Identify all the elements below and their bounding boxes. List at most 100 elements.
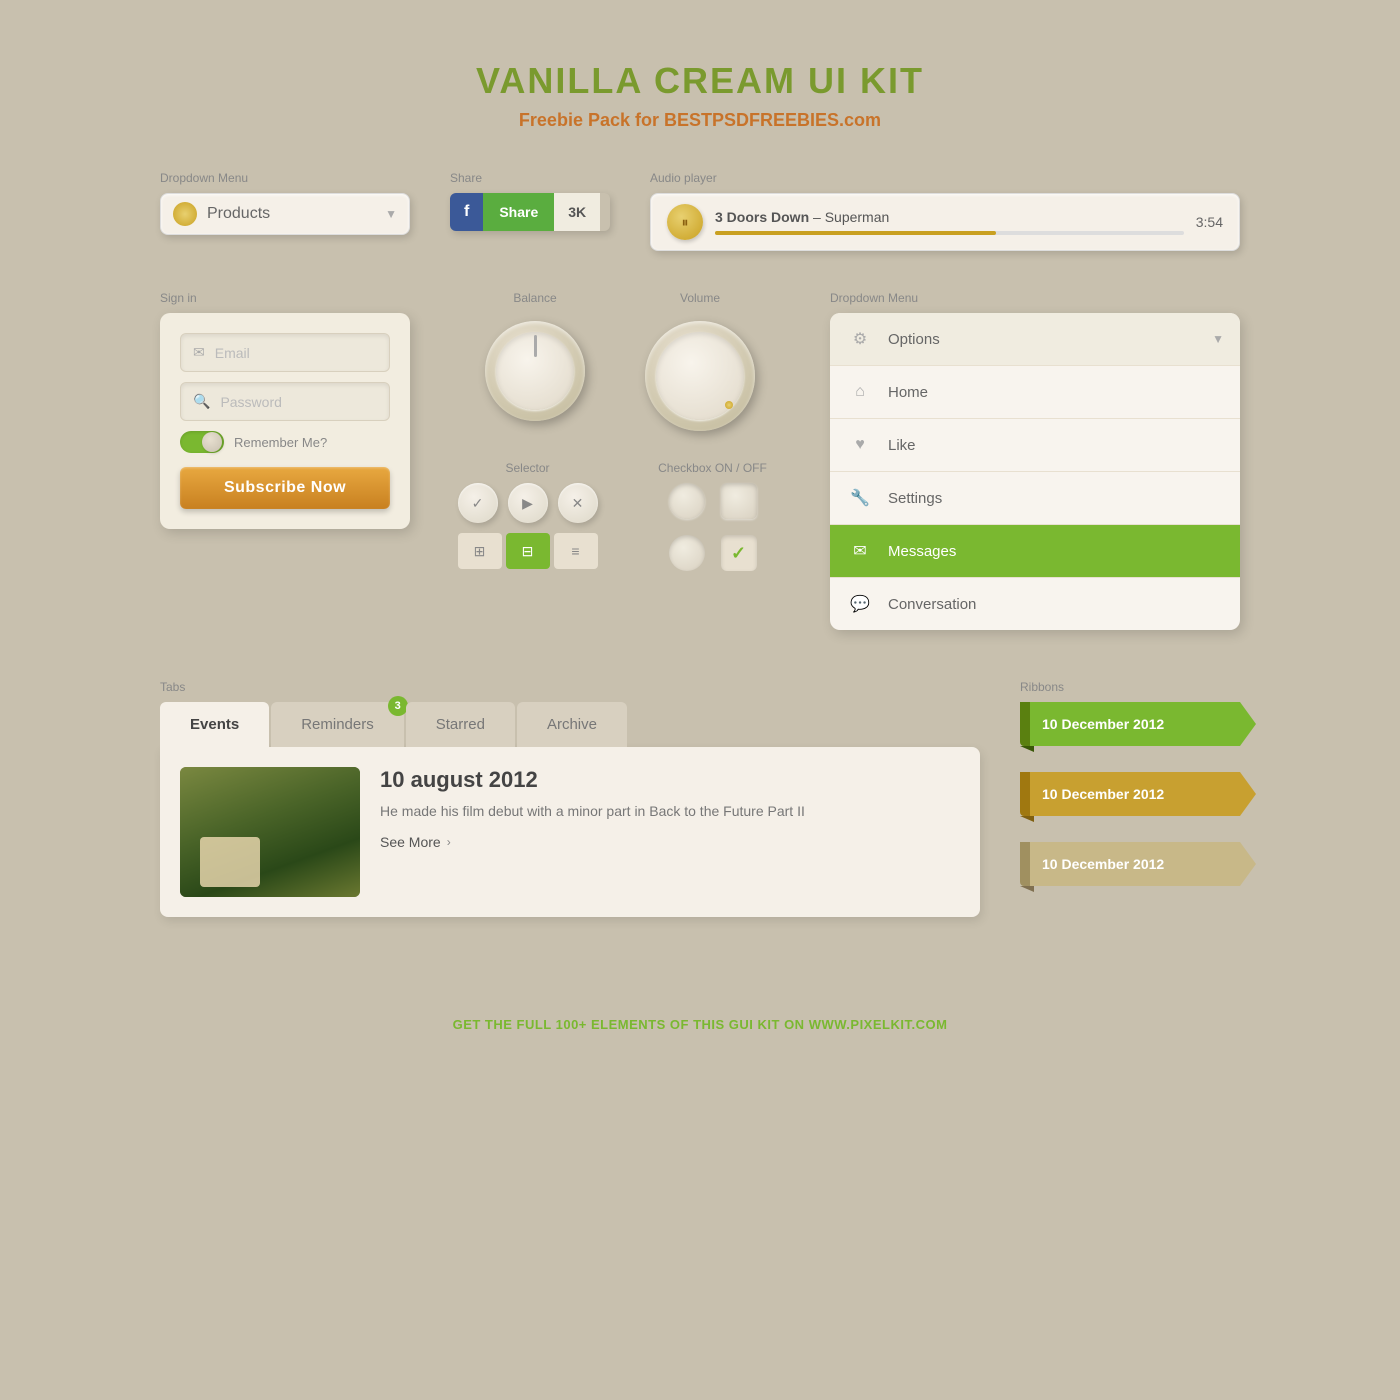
ribbon-tan-wrap: 10 December 2012 (1020, 842, 1240, 886)
balance-label: Balance (513, 291, 556, 305)
balance-group: Balance (485, 291, 585, 431)
password-field-group[interactable]: 🔍 Password (180, 382, 390, 421)
ribbon-group: 10 December 2012 10 December 2012 (1020, 702, 1240, 886)
radio-off[interactable] (669, 483, 705, 519)
arrow-right-icon: › (447, 835, 451, 849)
audio-info: 3 Doors Down – Superman (715, 209, 1184, 235)
checkbox-on[interactable]: ✓ (721, 535, 757, 571)
ribbon-tan[interactable]: 10 December 2012 (1020, 842, 1240, 886)
row3: Tabs Events Reminders 3 Starred Archive (160, 680, 1240, 917)
event-image-overlay (200, 837, 260, 887)
event-item: 10 august 2012 He made his film debut wi… (180, 767, 960, 897)
selector-play-btn[interactable]: ▶ (508, 483, 548, 523)
ribbons-label: Ribbons (1020, 680, 1240, 694)
footer: GET THE FULL 100+ ELEMENTS OF THIS GUI K… (160, 977, 1240, 1072)
password-placeholder: Password (220, 394, 281, 410)
dropdown2-label: Dropdown Menu (830, 291, 1240, 305)
selector-check-btn[interactable]: ✓ (458, 483, 498, 523)
subscribe-button[interactable]: Subscribe Now (180, 467, 390, 509)
audio-progress-bar[interactable] (715, 231, 1184, 235)
toggle-knob (202, 432, 222, 452)
email-field-group[interactable]: ✉ Email (180, 333, 390, 372)
share-section: Share f Share 3K (450, 171, 610, 231)
pause-icon: ⏸ (682, 214, 689, 231)
remember-toggle[interactable] (180, 431, 224, 453)
share-count: 3K (554, 193, 600, 231)
dropdown1[interactable]: Products ▼ (160, 193, 410, 235)
dropdown1-value: Products (207, 205, 385, 223)
see-more-link[interactable]: See More › (380, 834, 960, 850)
audio-title: 3 Doors Down – Superman (715, 209, 1184, 225)
dropdown2-item-options[interactable]: ⚙ Options ▼ (830, 313, 1240, 366)
ribbons-section: Ribbons 10 December 2012 (1020, 680, 1240, 886)
row2: Sign in ✉ Email 🔍 Password Remember Me? … (160, 291, 1240, 630)
dropdown2-item-conversation[interactable]: 💬 Conversation (830, 578, 1240, 630)
volume-group: Volume (645, 291, 755, 431)
checkbox-section: Checkbox ON / OFF ✓ (635, 461, 790, 571)
balance-knob[interactable] (485, 321, 585, 421)
wrench-icon: 🔧 (846, 484, 874, 512)
dropdown2-menu: ⚙ Options ▼ ⌂ Home ♥ Like 🔧 Settings (830, 313, 1240, 630)
audio-progress-fill (715, 231, 996, 235)
selector-buttons: ✓ ▶ ✕ (458, 483, 598, 523)
chevron-down-icon: ▼ (1212, 332, 1224, 346)
dropdown2-section: Dropdown Menu ⚙ Options ▼ ⌂ Home ♥ Like … (830, 291, 1240, 630)
page-title: VANILLA CREAM UI KIT (160, 60, 1240, 102)
tabs-section: Tabs Events Reminders 3 Starred Archive (160, 680, 980, 917)
grid-view-tab[interactable]: ⊞ (458, 533, 502, 569)
tab-reminders[interactable]: Reminders 3 (271, 702, 404, 747)
email-placeholder: Email (215, 345, 250, 361)
view-tabs: ⊞ ⊟ ≡ (458, 533, 598, 569)
volume-knob-inner (656, 332, 744, 420)
checkbox-grid: ✓ (669, 483, 757, 571)
balance-knob-inner (496, 332, 574, 410)
signin-section: Sign in ✉ Email 🔍 Password Remember Me? … (160, 291, 410, 529)
header: VANILLA CREAM UI KIT Freebie Pack for BE… (160, 0, 1240, 171)
messages-icon: ✉ (846, 537, 874, 565)
checkbox-off[interactable] (721, 483, 757, 519)
list-view-tab[interactable]: ≡ (554, 533, 598, 569)
volume-knob[interactable] (645, 321, 755, 431)
dropdown1-section: Dropdown Menu Products ▼ (160, 171, 410, 235)
dropdown2-item-home[interactable]: ⌂ Home (830, 366, 1240, 419)
chat-icon: 💬 (846, 590, 874, 618)
event-description: He made his film debut with a minor part… (380, 801, 960, 822)
audio-player: ⏸ 3 Doors Down – Superman 3:54 (650, 193, 1240, 251)
facebook-icon[interactable]: f (450, 193, 483, 231)
audio-label: Audio player (650, 171, 1240, 185)
balance-marker (534, 335, 537, 357)
volume-dot (725, 401, 733, 409)
event-date: 10 august 2012 (380, 767, 960, 793)
lock-icon: 🔍 (193, 393, 210, 410)
audio-pause-button[interactable]: ⏸ (667, 204, 703, 240)
selector-section: Selector ✓ ▶ ✕ ⊞ ⊟ ≡ (450, 461, 605, 571)
remember-label: Remember Me? (234, 435, 327, 450)
dropdown2-item-like[interactable]: ♥ Like (830, 419, 1240, 472)
ribbon-gold[interactable]: 10 December 2012 (1020, 772, 1240, 816)
radio-on[interactable] (669, 535, 705, 571)
row1: Dropdown Menu Products ▼ Share f Share 3… (160, 171, 1240, 251)
footer-link[interactable]: WWW.PIXELKIT.COM (809, 1017, 948, 1032)
ribbon-green[interactable]: 10 December 2012 (1020, 702, 1240, 746)
selector-checkbox-row: Selector ✓ ▶ ✕ ⊞ ⊟ ≡ Checkbox ON / OFF (450, 461, 790, 571)
event-image (180, 767, 360, 897)
volume-label: Volume (680, 291, 720, 305)
tab-archive[interactable]: Archive (517, 702, 627, 747)
dropdown2-item-messages[interactable]: ✉ Messages (830, 525, 1240, 578)
tabs-header: Events Reminders 3 Starred Archive (160, 702, 980, 747)
dropdown2-item-settings[interactable]: 🔧 Settings (830, 472, 1240, 525)
event-info: 10 august 2012 He made his film debut wi… (380, 767, 960, 850)
tile-view-tab[interactable]: ⊟ (506, 533, 550, 569)
share-button[interactable]: Share (483, 193, 554, 231)
remember-group: Remember Me? (180, 431, 390, 453)
tab-events[interactable]: Events (160, 702, 269, 747)
tab-starred[interactable]: Starred (406, 702, 515, 747)
selector-x-btn[interactable]: ✕ (558, 483, 598, 523)
share-widget: f Share 3K (450, 193, 610, 231)
checkbox-label: Checkbox ON / OFF (658, 461, 767, 475)
dropdown1-icon (173, 202, 197, 226)
ribbon-gold-wrap: 10 December 2012 (1020, 772, 1240, 816)
gear-icon: ⚙ (846, 325, 874, 353)
audio-time: 3:54 (1196, 214, 1223, 230)
knobs-area: Balance Volume (450, 291, 790, 571)
